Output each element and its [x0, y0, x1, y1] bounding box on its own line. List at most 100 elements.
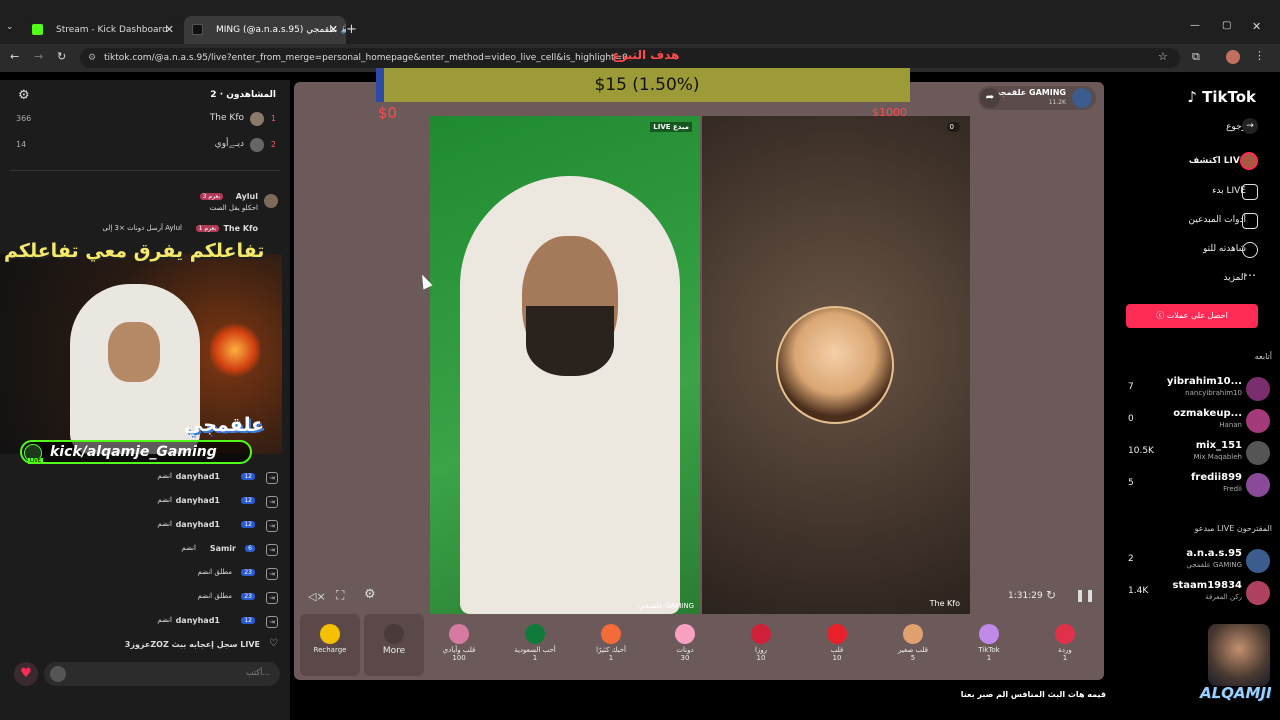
fireplace-glow — [210, 320, 260, 380]
reload-icon[interactable]: ↻ — [57, 50, 66, 63]
chat-input[interactable]: أكتب... — [44, 662, 280, 686]
close-tab-icon[interactable]: ✕ — [329, 16, 338, 44]
chat-message: 23 مطلق انضم ⇥ — [78, 590, 278, 606]
settings-icon[interactable]: ⚙ — [364, 587, 376, 602]
viewer-name: ديـﮯأوي — [214, 139, 244, 149]
account-viewers: 2 — [1128, 554, 1134, 564]
forward-icon[interactable]: → — [34, 50, 43, 63]
bookmark-star-icon[interactable]: ☆ — [1158, 50, 1168, 63]
tab-kick-dashboard[interactable]: Stream - Kick Dashboard ✕ — [24, 16, 182, 44]
new-tab-button[interactable]: + — [346, 22, 357, 37]
following-account[interactable]: 7 yibrahim10... nancyibrahim10 — [1128, 374, 1278, 404]
stream-timer: 1:31:29 — [1008, 591, 1043, 601]
gift-price: 1 — [1062, 654, 1068, 662]
chat-text: مطلق انضم — [197, 568, 233, 576]
suggested-account[interactable]: 1.4K staam19834 ركن المعرفة — [1128, 578, 1278, 608]
gift-price: 100 — [452, 654, 466, 662]
tab-label: MING (@a.n.a.s.95) علقمجي 🔊 — [216, 25, 346, 35]
recharge-button[interactable]: Recharge — [300, 614, 360, 676]
chat-user: danyhad1 — [175, 496, 220, 505]
gift-name: Recharge — [313, 646, 347, 654]
viewers-and-chat-panel: ⚙ المشاهدون · 2 366 The Kfo 1 14 ديـﮯأوي… — [0, 80, 290, 720]
minimize-icon[interactable]: — — [1190, 20, 1200, 31]
nav-label: شاهدته للتو — [1202, 244, 1246, 254]
pause-icon[interactable]: ❚❚ — [1075, 588, 1095, 602]
extensions-icon[interactable]: ⧉ — [1192, 50, 1200, 64]
gift-price: 5 — [910, 654, 916, 662]
share-button[interactable]: ➦ — [980, 88, 1000, 108]
gift-name: More — [382, 646, 406, 656]
more-gifts-button[interactable]: More — [364, 614, 424, 676]
chat-text: انضم — [157, 616, 172, 624]
gift-item[interactable]: أحبك كثيرًا 1 — [576, 614, 646, 676]
following-account[interactable]: 0 ozmakeup... Hanan — [1128, 406, 1278, 436]
following-account[interactable]: 10.5K mix_151 Mix Maqableh — [1128, 438, 1278, 468]
avatar — [250, 112, 264, 126]
gift-item[interactable]: دونات 30 — [650, 614, 720, 676]
following-account[interactable]: 5 fredii899 Fredii — [1128, 470, 1278, 500]
gift-name: قلب صغير — [897, 646, 929, 654]
join-icon: ⇥ — [266, 472, 278, 484]
gift-item[interactable]: أحب السعودية 1 — [500, 614, 570, 676]
gift-item[interactable]: TikTok 1 — [954, 614, 1024, 676]
chat-placeholder: أكتب... — [246, 668, 270, 677]
menu-kebab-icon[interactable]: ⋮ — [1254, 49, 1265, 62]
screen: ⌄ Stream - Kick Dashboard ✕ MING (@a.n.a… — [0, 0, 1280, 720]
gift-price: 10 — [756, 654, 766, 662]
tiktok-logo[interactable]: ♪ TikTok — [1187, 88, 1256, 106]
settings-gear-icon[interactable]: ⚙ — [18, 88, 30, 103]
back-icon[interactable]: ← — [10, 50, 19, 63]
gift-name: وردة — [1058, 646, 1072, 654]
chat-text: انضم — [157, 520, 172, 528]
browser-tabbar: ⌄ Stream - Kick Dashboard ✕ MING (@a.n.a… — [0, 0, 1280, 44]
gift-item[interactable]: قلب صغير 5 — [878, 614, 948, 676]
viewer-row[interactable]: 366 The Kfo 1 — [0, 110, 290, 130]
gift-price: 10 — [832, 654, 842, 662]
avatar — [250, 138, 264, 152]
fullscreen-icon[interactable]: ⛶ — [336, 588, 344, 603]
divider — [10, 170, 280, 171]
chevron-up-icon — [384, 624, 404, 644]
chat-like-message: عزوز3ZOZ سجل إعجابه ببث LIVE ♡ — [18, 638, 278, 654]
tab-list-button[interactable]: ⌄ — [6, 22, 14, 32]
explore-live-avatar — [1240, 152, 1258, 170]
chat-user: danyhad1 — [175, 520, 220, 529]
chat-badge: 12 — [241, 521, 255, 528]
home-icon — [1242, 213, 1258, 229]
nav-label: أدوات المبدعين — [1188, 215, 1246, 225]
chat-text: عزوز3ZOZ سجل إعجابه ببث LIVE — [124, 640, 260, 649]
gift-item[interactable]: قلب وأيادي 100 — [424, 614, 494, 676]
goal-progress-fill — [376, 68, 384, 102]
chat-badge: 12 — [241, 473, 255, 480]
site-info-icon[interactable]: ⚙ — [88, 48, 96, 68]
get-coins-button[interactable]: ⓒ احصل على عملات — [1126, 304, 1258, 328]
close-window-icon[interactable]: ✕ — [1252, 20, 1261, 33]
host-beard — [526, 306, 614, 376]
join-icon: ⇥ — [266, 520, 278, 532]
stream-caption: قيمه هات البث المنافس الم صبر بعنا — [960, 690, 1106, 699]
account-sub: nancyibrahim10 — [1185, 389, 1242, 397]
guest-score: 0 — [946, 122, 960, 132]
streamer-webcam-overlay: تفاعلكم يفرق معي تفاعلكم علقمجي LIVE kic… — [0, 240, 282, 470]
profile-avatar[interactable] — [1226, 50, 1240, 64]
like-button[interactable]: ♥ — [14, 662, 38, 686]
gift-item[interactable]: وردة 1 — [1030, 614, 1100, 676]
maximize-icon[interactable]: ▢ — [1222, 20, 1231, 31]
donation-goal-bar: $15 (1.50%) — [376, 68, 910, 102]
emoji-icon[interactable] — [50, 666, 66, 682]
suggested-account[interactable]: 2 a.n.a.s.95 علقمجي GAMING — [1128, 546, 1278, 576]
host-name: علقمجي GAMING — [638, 602, 694, 610]
account-name: fredii899 — [1191, 472, 1242, 483]
avatar — [1246, 549, 1270, 573]
chat-badge: بعرم 1 — [195, 225, 219, 232]
close-tab-icon[interactable]: ✕ — [165, 16, 174, 44]
gift-item[interactable]: قلب 10 — [802, 614, 872, 676]
refresh-icon[interactable]: ↻ — [1046, 588, 1056, 602]
join-icon: ⇥ — [266, 544, 278, 556]
account-viewers: 5 — [1128, 478, 1134, 488]
tab-tiktok-live[interactable]: MING (@a.n.a.s.95) علقمجي 🔊 ✕ — [184, 16, 346, 44]
finger-heart-icon — [903, 624, 923, 644]
mute-icon[interactable]: ◁× — [308, 590, 326, 603]
gift-item[interactable]: روزا 10 — [726, 614, 796, 676]
viewer-row[interactable]: 14 ديـﮯأوي 2 — [0, 136, 290, 156]
